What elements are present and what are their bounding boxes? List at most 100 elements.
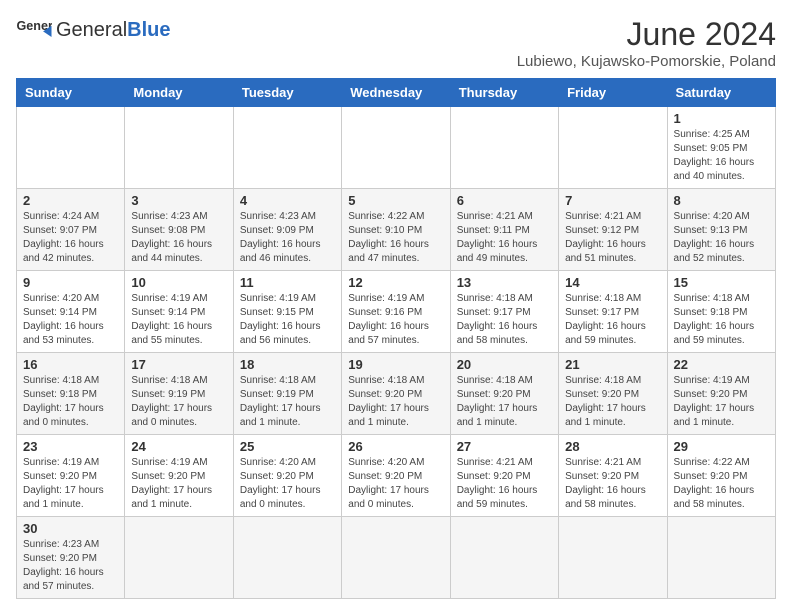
day-number: 22 xyxy=(674,357,769,372)
calendar-cell: 16 Sunrise: 4:18 AM Sunset: 9:18 PM Dayli… xyxy=(17,353,125,435)
day-number: 15 xyxy=(674,275,769,290)
header-row: Sunday Monday Tuesday Wednesday Thursday… xyxy=(17,79,776,107)
calendar-cell: 20Sunrise: 4:18 AM Sunset: 9:20 PM Dayli… xyxy=(450,353,558,435)
day-info: Sunrise: 4:23 AM Sunset: 9:08 PM Dayligh… xyxy=(131,210,226,266)
calendar-cell xyxy=(233,517,341,599)
calendar-cell: 27 Sunrise: 4:21 AM Sunset: 9:20 PM Dayli… xyxy=(450,435,558,517)
calendar-cell: 23 Sunrise: 4:19 AM Sunset: 9:20 PM Dayli… xyxy=(17,435,125,517)
page-header: General GeneralBlue June 2024 Lubiewo, K… xyxy=(16,16,776,70)
calendar-cell xyxy=(450,517,558,599)
calendar-cell: 26Sunrise: 4:20 AM Sunset: 9:20 PM Dayli… xyxy=(342,435,450,517)
day-number: 19 xyxy=(348,357,443,372)
calendar-cell: 21 Sunrise: 4:18 AM Sunset: 9:20 PM Dayli… xyxy=(559,353,667,435)
day-info: Sunrise: 4:19 AM Sunset: 9:20 PM Dayligh… xyxy=(23,456,118,512)
day-info: Sunrise: 4:18 AM Sunset: 9:18 PM Dayligh… xyxy=(23,374,118,430)
header-saturday: Saturday xyxy=(667,79,775,107)
day-number: 1 xyxy=(674,111,769,126)
day-info: Sunrise: 4:22 AM Sunset: 9:10 PM Dayligh… xyxy=(348,210,443,266)
day-number: 16 xyxy=(23,357,118,372)
day-number: 21 xyxy=(565,357,660,372)
day-info: Sunrise: 4:18 AM Sunset: 9:17 PM Dayligh… xyxy=(457,292,552,348)
day-info: Sunrise: 4:21 AM Sunset: 9:11 PM Dayligh… xyxy=(457,210,552,266)
calendar-cell: 12Sunrise: 4:19 AM Sunset: 9:16 PM Dayli… xyxy=(342,271,450,353)
calendar-cell: 28 Sunrise: 4:21 AM Sunset: 9:20 PM Dayli… xyxy=(559,435,667,517)
calendar-cell: 9 Sunrise: 4:20 AM Sunset: 9:14 PM Daylig… xyxy=(17,271,125,353)
day-number: 5 xyxy=(348,193,443,208)
week-row-2: 2 Sunrise: 4:24 AM Sunset: 9:07 PM Daylig… xyxy=(17,189,776,271)
calendar-cell xyxy=(559,517,667,599)
day-info: Sunrise: 4:21 AM Sunset: 9:20 PM Dayligh… xyxy=(457,456,552,512)
day-number: 8 xyxy=(674,193,769,208)
calendar-cell: 5 Sunrise: 4:22 AM Sunset: 9:10 PM Daylig… xyxy=(342,189,450,271)
calendar-cell: 4 Sunrise: 4:23 AM Sunset: 9:09 PM Daylig… xyxy=(233,189,341,271)
day-info: Sunrise: 4:25 AM Sunset: 9:05 PM Dayligh… xyxy=(674,128,769,184)
day-number: 10 xyxy=(131,275,226,290)
day-number: 30 xyxy=(23,521,118,536)
day-info: Sunrise: 4:18 AM Sunset: 9:18 PM Dayligh… xyxy=(674,292,769,348)
day-number: 24 xyxy=(131,439,226,454)
header-friday: Friday xyxy=(559,79,667,107)
week-row-4: 16 Sunrise: 4:18 AM Sunset: 9:18 PM Dayli… xyxy=(17,353,776,435)
logo-icon: General xyxy=(16,16,52,44)
week-row-5: 23 Sunrise: 4:19 AM Sunset: 9:20 PM Dayli… xyxy=(17,435,776,517)
calendar-cell: 22Sunrise: 4:19 AM Sunset: 9:20 PM Dayli… xyxy=(667,353,775,435)
day-number: 11 xyxy=(240,275,335,290)
day-info: Sunrise: 4:20 AM Sunset: 9:14 PM Dayligh… xyxy=(23,292,118,348)
calendar-cell xyxy=(667,517,775,599)
calendar-cell: 7Sunrise: 4:21 AM Sunset: 9:12 PM Daylig… xyxy=(559,189,667,271)
calendar-cell xyxy=(559,107,667,189)
day-info: Sunrise: 4:24 AM Sunset: 9:07 PM Dayligh… xyxy=(23,210,118,266)
day-info: Sunrise: 4:20 AM Sunset: 9:20 PM Dayligh… xyxy=(240,456,335,512)
day-info: Sunrise: 4:23 AM Sunset: 9:09 PM Dayligh… xyxy=(240,210,335,266)
logo-blue: Blue xyxy=(127,19,170,41)
day-number: 6 xyxy=(457,193,552,208)
calendar-cell: 19 Sunrise: 4:18 AM Sunset: 9:20 PM Dayli… xyxy=(342,353,450,435)
day-number: 28 xyxy=(565,439,660,454)
day-info: Sunrise: 4:19 AM Sunset: 9:15 PM Dayligh… xyxy=(240,292,335,348)
header-wednesday: Wednesday xyxy=(342,79,450,107)
calendar-table: Sunday Monday Tuesday Wednesday Thursday… xyxy=(16,78,776,599)
day-info: Sunrise: 4:18 AM Sunset: 9:19 PM Dayligh… xyxy=(131,374,226,430)
week-row-1: 1 Sunrise: 4:25 AM Sunset: 9:05 PM Daylig… xyxy=(17,107,776,189)
calendar-cell: 15 Sunrise: 4:18 AM Sunset: 9:18 PM Dayli… xyxy=(667,271,775,353)
calendar-cell xyxy=(17,107,125,189)
calendar-cell xyxy=(342,107,450,189)
day-info: Sunrise: 4:18 AM Sunset: 9:17 PM Dayligh… xyxy=(565,292,660,348)
day-info: Sunrise: 4:18 AM Sunset: 9:20 PM Dayligh… xyxy=(348,374,443,430)
day-number: 23 xyxy=(23,439,118,454)
day-number: 26 xyxy=(348,439,443,454)
day-number: 27 xyxy=(457,439,552,454)
day-info: Sunrise: 4:18 AM Sunset: 9:20 PM Dayligh… xyxy=(565,374,660,430)
calendar-cell: 11 Sunrise: 4:19 AM Sunset: 9:15 PM Dayli… xyxy=(233,271,341,353)
header-tuesday: Tuesday xyxy=(233,79,341,107)
header-monday: Monday xyxy=(125,79,233,107)
day-info: Sunrise: 4:21 AM Sunset: 9:20 PM Dayligh… xyxy=(565,456,660,512)
calendar-cell xyxy=(125,107,233,189)
day-number: 9 xyxy=(23,275,118,290)
day-info: Sunrise: 4:22 AM Sunset: 9:20 PM Dayligh… xyxy=(674,456,769,512)
day-info: Sunrise: 4:18 AM Sunset: 9:20 PM Dayligh… xyxy=(457,374,552,430)
logo-general: General xyxy=(56,19,127,41)
calendar-cell xyxy=(450,107,558,189)
day-number: 7 xyxy=(565,193,660,208)
day-info: Sunrise: 4:23 AM Sunset: 9:20 PM Dayligh… xyxy=(23,538,118,594)
day-number: 25 xyxy=(240,439,335,454)
week-row-3: 9 Sunrise: 4:20 AM Sunset: 9:14 PM Daylig… xyxy=(17,271,776,353)
calendar-cell: 13 Sunrise: 4:18 AM Sunset: 9:17 PM Dayli… xyxy=(450,271,558,353)
calendar-cell: 2 Sunrise: 4:24 AM Sunset: 9:07 PM Daylig… xyxy=(17,189,125,271)
calendar-cell xyxy=(233,107,341,189)
location-subtitle: Lubiewo, Kujawsko-Pomorskie, Poland xyxy=(517,53,776,70)
calendar-cell: 18 Sunrise: 4:18 AM Sunset: 9:19 PM Dayli… xyxy=(233,353,341,435)
day-number: 4 xyxy=(240,193,335,208)
week-row-6: 30 Sunrise: 4:23 AM Sunset: 9:20 PM Dayli… xyxy=(17,517,776,599)
header-thursday: Thursday xyxy=(450,79,558,107)
day-number: 2 xyxy=(23,193,118,208)
calendar-cell: 8 Sunrise: 4:20 AM Sunset: 9:13 PM Daylig… xyxy=(667,189,775,271)
calendar-cell: 30 Sunrise: 4:23 AM Sunset: 9:20 PM Dayli… xyxy=(17,517,125,599)
day-number: 18 xyxy=(240,357,335,372)
day-info: Sunrise: 4:18 AM Sunset: 9:19 PM Dayligh… xyxy=(240,374,335,430)
day-number: 13 xyxy=(457,275,552,290)
calendar-cell: 25 Sunrise: 4:20 AM Sunset: 9:20 PM Dayli… xyxy=(233,435,341,517)
day-info: Sunrise: 4:20 AM Sunset: 9:13 PM Dayligh… xyxy=(674,210,769,266)
header-sunday: Sunday xyxy=(17,79,125,107)
